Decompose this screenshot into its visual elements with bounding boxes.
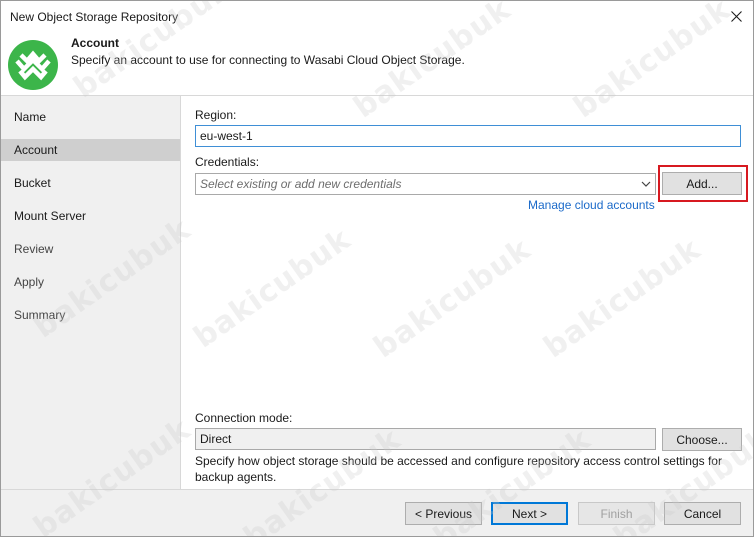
watermark-text: bakicubuk	[187, 221, 358, 356]
nav-step-apply[interactable]: Apply	[1, 271, 180, 293]
wasabi-logo-icon	[8, 40, 58, 90]
add-credentials-button[interactable]: Add...	[662, 172, 742, 195]
nav-step-name[interactable]: Name	[1, 106, 180, 128]
manage-cloud-accounts-link[interactable]: Manage cloud accounts	[528, 198, 655, 212]
cancel-button[interactable]: Cancel	[664, 502, 741, 525]
credentials-dropdown[interactable]: Select existing or add new credentials	[195, 173, 656, 195]
credentials-label: Credentials:	[195, 155, 260, 169]
nav-step-bucket[interactable]: Bucket	[1, 172, 180, 194]
region-label: Region:	[195, 108, 237, 122]
connection-mode-help: Specify how object storage should be acc…	[195, 454, 722, 484]
connection-mode-field: Direct	[195, 428, 656, 450]
window-title: New Object Storage Repository	[10, 10, 179, 24]
step-description: Specify an account to use for connecting…	[71, 53, 465, 67]
chevron-down-icon	[641, 181, 651, 187]
wizard-footer: < Previous Next > Finish Cancel	[1, 490, 753, 536]
watermark-text: bakicubuk	[367, 231, 538, 366]
close-icon	[730, 10, 742, 22]
wizard-header: Account Specify an account to use for co…	[1, 31, 753, 95]
credentials-placeholder: Select existing or add new credentials	[200, 177, 402, 191]
finish-button[interactable]: Finish	[578, 502, 655, 525]
wizard-window: New Object Storage Repository Account Sp…	[0, 0, 754, 537]
connection-mode-label: Connection mode:	[195, 411, 293, 425]
wizard-steps-nav: Name Account Bucket Mount Server Review …	[1, 96, 181, 489]
choose-connection-mode-button[interactable]: Choose...	[662, 428, 742, 451]
watermark-text: bakicubuk	[537, 231, 708, 366]
title-bar: New Object Storage Repository	[1, 1, 753, 31]
close-button[interactable]	[719, 1, 753, 31]
nav-step-summary[interactable]: Summary	[1, 304, 180, 326]
next-button[interactable]: Next >	[491, 502, 568, 525]
step-title: Account	[71, 36, 119, 50]
nav-step-account[interactable]: Account	[1, 139, 180, 161]
nav-step-mount-server[interactable]: Mount Server	[1, 205, 180, 227]
previous-button[interactable]: < Previous	[405, 502, 482, 525]
region-input[interactable]: eu-west-1	[195, 125, 741, 147]
nav-step-review[interactable]: Review	[1, 238, 180, 260]
